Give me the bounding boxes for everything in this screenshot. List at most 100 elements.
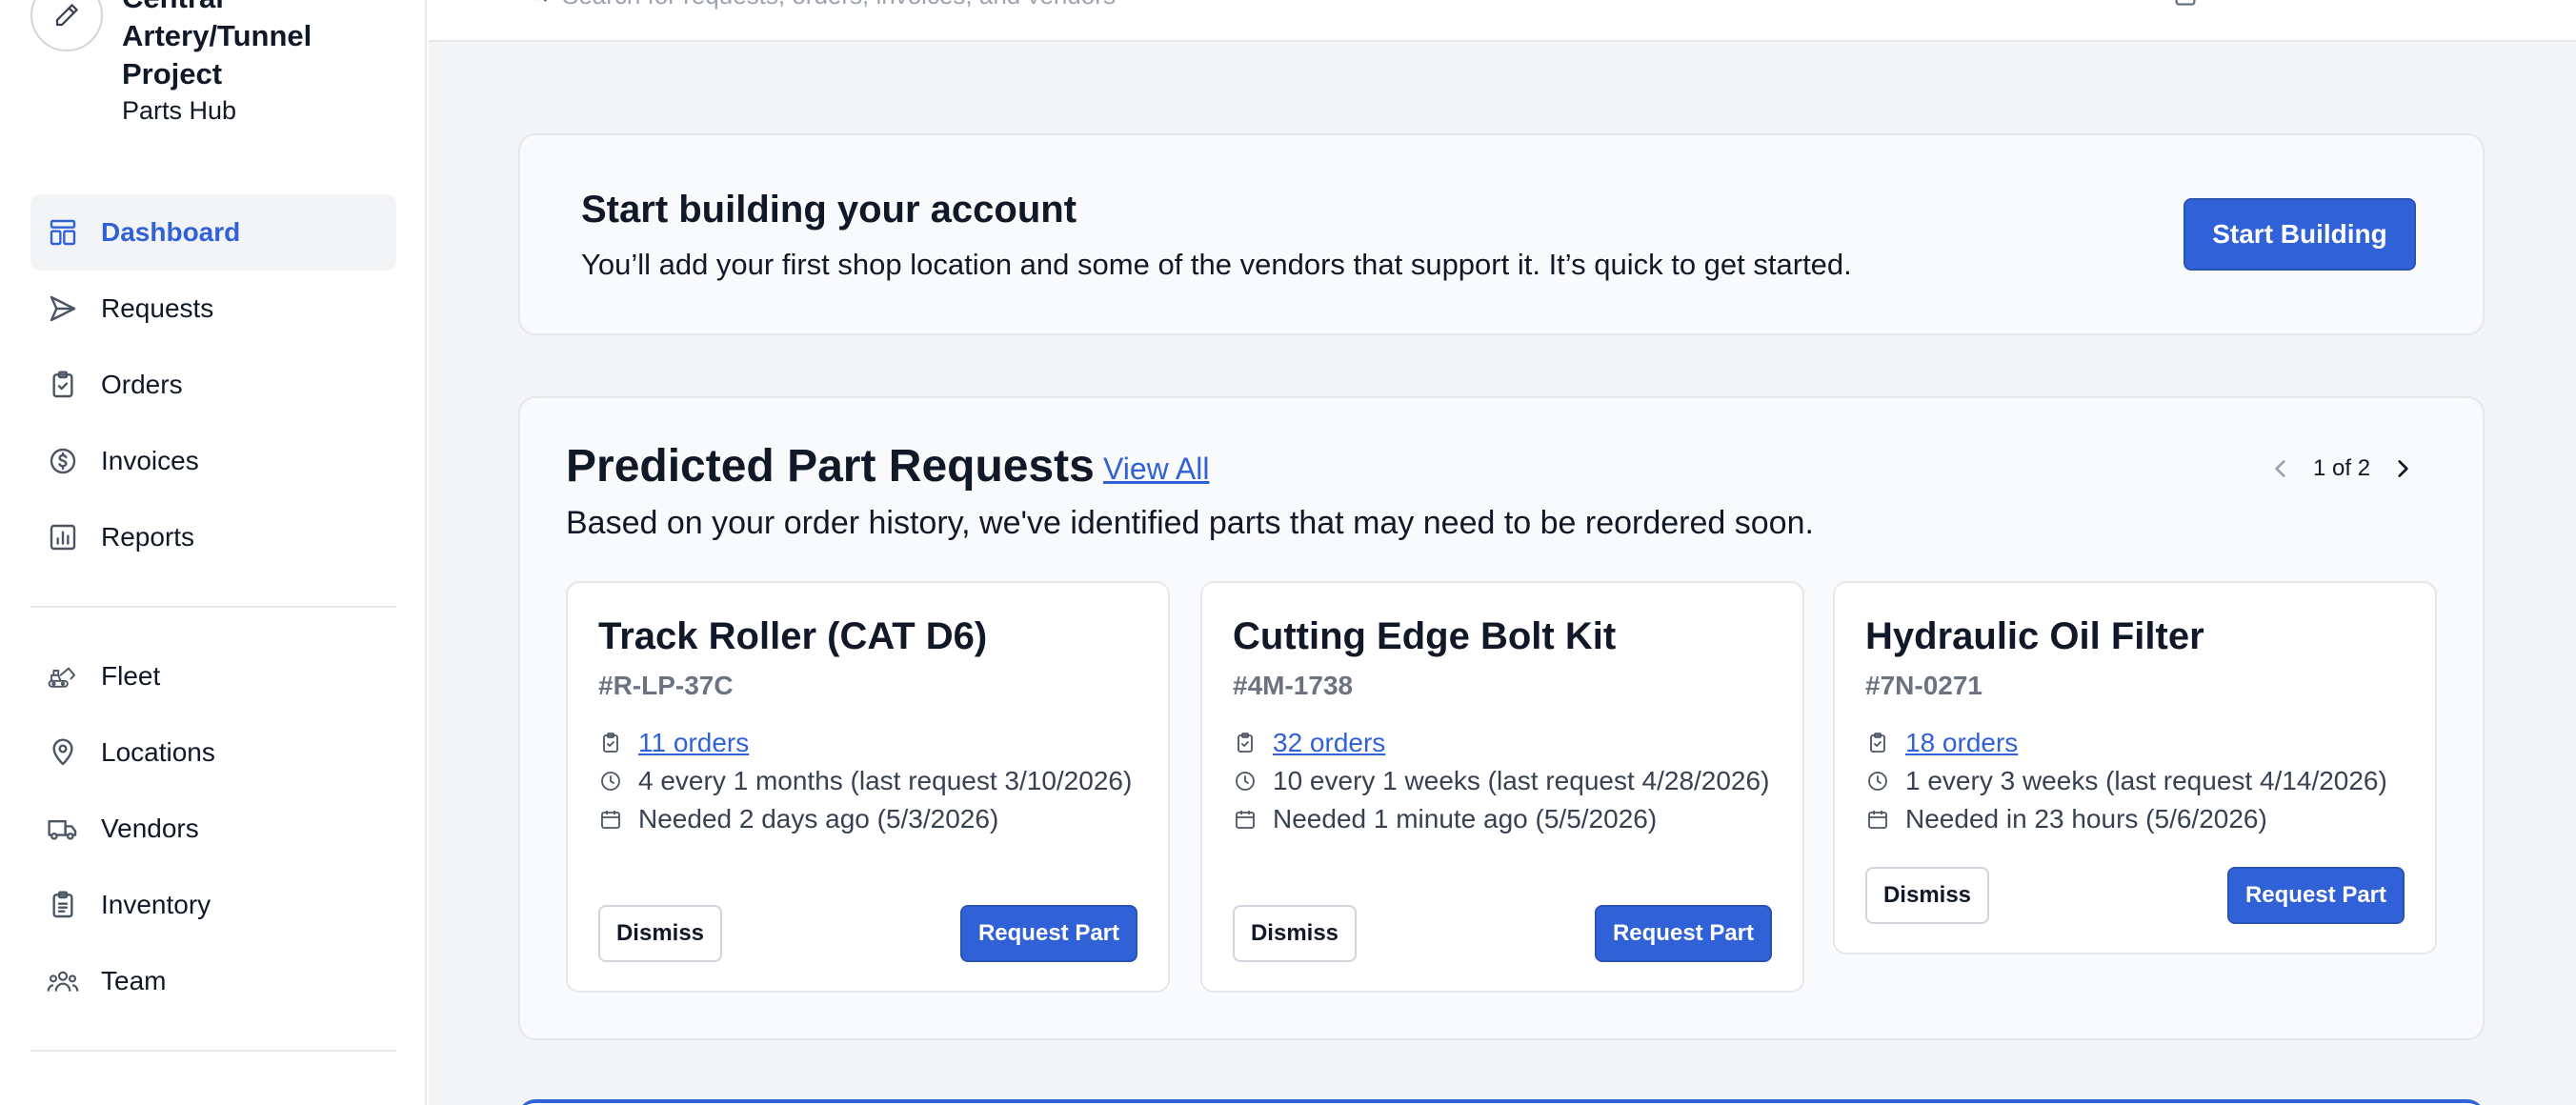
sidebar-item-invoices[interactable]: Invoices [30, 423, 396, 499]
needed-row: Needed 1 minute ago (5/5/2026) [1233, 800, 1785, 838]
sidebar-item-label: Vendors [101, 814, 199, 843]
frequency-text: 10 every 1 weeks (last request 4/28/2026… [1273, 766, 1770, 795]
brand-text: Central Artery/Tunnel Project Parts Hub [122, 0, 370, 128]
dismiss-button[interactable]: Dismiss [598, 905, 722, 962]
sidebar-divider [30, 606, 396, 608]
part-card: Hydraulic Oil Filter #7N-0271 18 orders … [1833, 581, 2437, 954]
needed-text: Needed in 23 hours (5/6/2026) [1905, 804, 2267, 834]
part-meta: 18 orders 1 every 3 weeks (last request … [1865, 724, 2418, 838]
sidebar-item-dashboard[interactable]: Dashboard [30, 194, 396, 271]
banner-description: You’ll add your first shop location and … [581, 248, 1852, 281]
orders-row: 32 orders [1233, 724, 1785, 762]
dismiss-button[interactable]: Dismiss [1233, 905, 1357, 962]
clipboard-check-icon [46, 368, 80, 402]
sidebar-item-label: Invoices [101, 446, 199, 475]
part-number: #4M-1738 [1233, 671, 1354, 700]
orders-row: 11 orders [598, 724, 1151, 762]
bar-chart-icon [46, 520, 80, 554]
truck-icon [46, 812, 80, 846]
clipboard-check-icon [1233, 724, 1258, 762]
start-building-button[interactable]: Start Building [2184, 198, 2416, 271]
needed-row: Needed in 23 hours (5/6/2026) [1865, 800, 2418, 838]
dashboard-icon [46, 215, 80, 250]
sidebar-secondary-nav: Fleet Locations Vendors Inventory Team [30, 638, 396, 1019]
needed-text: Needed 2 days ago (5/3/2026) [638, 804, 999, 834]
sidebar-item-requests[interactable]: Requests [30, 271, 396, 347]
sidebar-item-label: Requests [101, 293, 214, 323]
calendar-icon [1233, 800, 1258, 838]
pencil-icon[interactable] [30, 0, 103, 51]
main-content: Search for requests, orders, invoices, a… [429, 0, 2576, 1105]
frequency-row: 10 every 1 weeks (last request 4/28/2026… [1233, 762, 1785, 800]
chevron-right-icon[interactable] [2385, 452, 2420, 486]
topbar: Search for requests, orders, invoices, a… [429, 0, 2576, 42]
part-name: Track Roller (CAT D6) [598, 615, 988, 657]
clock-icon [1865, 762, 1890, 800]
clock-icon [598, 762, 623, 800]
view-all-link[interactable]: View All [1103, 452, 1209, 487]
onboarding-banner: Start building your account You’ll add y… [518, 133, 2485, 335]
sidebar-divider [30, 1050, 396, 1052]
sidebar-item-label: Dashboard [101, 217, 241, 247]
calendar-icon [1865, 800, 1890, 838]
sidebar-item-label: Fleet [101, 661, 161, 691]
orders-link[interactable]: 18 orders [1905, 724, 2018, 762]
sidebar-item-fleet[interactable]: Fleet [30, 638, 396, 714]
section-title: Predicted Part Requests [566, 441, 1095, 492]
request-part-button[interactable]: Request Part [1595, 905, 1772, 962]
part-number: #R-LP-37C [598, 671, 734, 700]
team-icon [46, 964, 80, 998]
sidebar-primary-nav: Dashboard Requests Orders Invoices Repor… [30, 194, 396, 575]
clipboard-check-icon [598, 724, 623, 762]
excavator-icon [46, 659, 80, 693]
search-icon[interactable] [524, 0, 551, 10]
pager: 1 of 2 [2264, 452, 2420, 486]
part-number: #7N-0271 [1865, 671, 1982, 700]
part-meta: 11 orders 4 every 1 months (last request… [598, 724, 1151, 838]
dollar-circle-icon [46, 444, 80, 478]
request-part-button[interactable]: Request Part [2227, 867, 2405, 924]
pager-text: 1 of 2 [2313, 455, 2371, 481]
frequency-text: 1 every 3 weeks (last request 4/14/2026) [1905, 766, 2387, 795]
brand-title: Central Artery/Tunnel Project [122, 0, 312, 90]
sidebar-item-label: Orders [101, 370, 183, 399]
clock-icon [1233, 762, 1258, 800]
sidebar-item-label: Team [101, 966, 167, 995]
calendar-icon[interactable] [2172, 0, 2199, 12]
sidebar-item-inventory[interactable]: Inventory [30, 867, 396, 943]
brand[interactable]: Central Artery/Tunnel Project Parts Hub [30, 0, 370, 128]
search-input[interactable]: Search for requests, orders, invoices, a… [562, 0, 1116, 10]
sidebar-item-label: Inventory [101, 890, 211, 919]
calendar-icon [598, 800, 623, 838]
frequency-text: 4 every 1 months (last request 3/10/2026… [638, 766, 1133, 795]
sidebar-item-reports[interactable]: Reports [30, 499, 396, 575]
frequency-row: 1 every 3 weeks (last request 4/14/2026) [1865, 762, 2418, 800]
part-name: Cutting Edge Bolt Kit [1233, 615, 1617, 657]
part-card: Track Roller (CAT D6) #R-LP-37C 11 order… [566, 581, 1170, 993]
sidebar-item-locations[interactable]: Locations [30, 714, 396, 791]
dismiss-button[interactable]: Dismiss [1865, 867, 1989, 924]
part-name: Hydraulic Oil Filter [1865, 615, 2204, 657]
map-pin-icon [46, 735, 80, 770]
orders-row: 18 orders [1865, 724, 2418, 762]
orders-link[interactable]: 11 orders [638, 724, 749, 762]
sidebar-item-label: Reports [101, 522, 195, 552]
predicted-part-requests: Predicted Part Requests View All Based o… [518, 396, 2485, 1040]
clipboard-list-icon [46, 888, 80, 922]
orders-link[interactable]: 32 orders [1273, 724, 1385, 762]
sidebar-item-orders[interactable]: Orders [30, 347, 396, 423]
chevron-left-icon[interactable] [2264, 452, 2298, 486]
app-root: Central Artery/Tunnel Project Parts Hub … [0, 0, 2576, 1105]
part-meta: 32 orders 10 every 1 weeks (last request… [1233, 724, 1785, 838]
part-card: Cutting Edge Bolt Kit #4M-1738 32 orders… [1200, 581, 1804, 993]
sidebar: Central Artery/Tunnel Project Parts Hub … [0, 0, 427, 1105]
next-section-card [518, 1099, 2485, 1105]
request-part-button[interactable]: Request Part [960, 905, 1137, 962]
send-icon [46, 291, 80, 326]
banner-title: Start building your account [581, 189, 1077, 231]
brand-subtitle: Parts Hub [122, 96, 237, 125]
needed-row: Needed 2 days ago (5/3/2026) [598, 800, 1151, 838]
sidebar-item-team[interactable]: Team [30, 943, 396, 1019]
sidebar-item-vendors[interactable]: Vendors [30, 791, 396, 867]
needed-text: Needed 1 minute ago (5/5/2026) [1273, 804, 1658, 834]
